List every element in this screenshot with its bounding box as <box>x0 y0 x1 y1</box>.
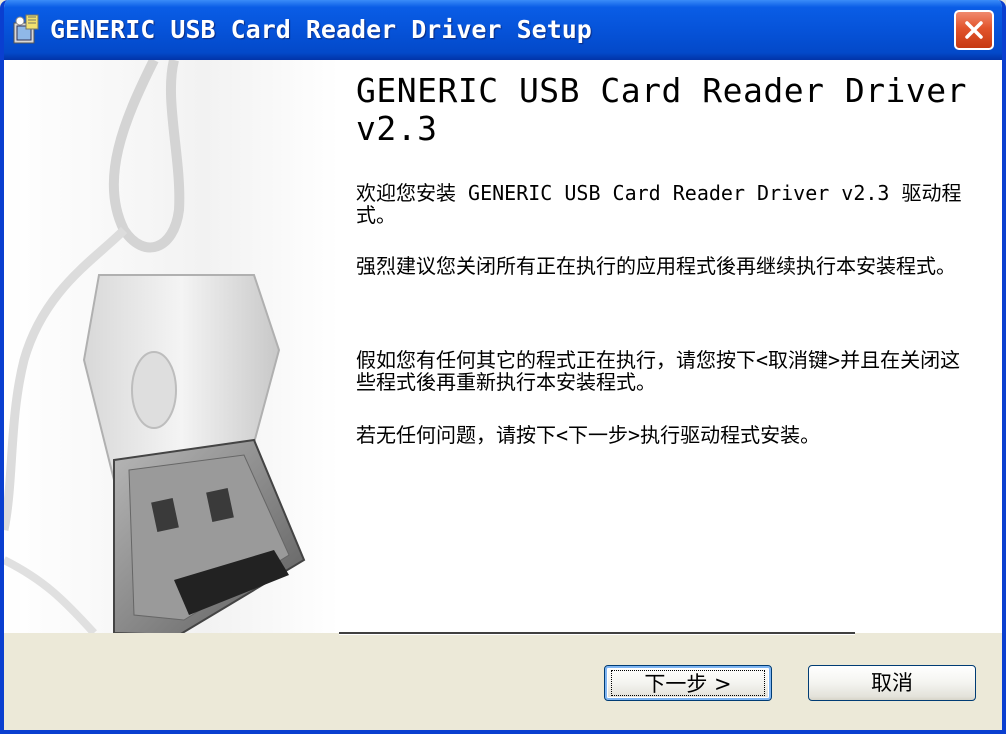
setup-window: GENERIC USB Card Reader Driver Setup GEN… <box>0 0 1006 734</box>
close-button[interactable] <box>954 10 994 50</box>
next-button[interactable]: 下一步 > <box>604 665 772 701</box>
setup-app-icon <box>12 13 42 45</box>
welcome-paragraph-1: 欢迎您安装 GENERIC USB Card Reader Driver v2.… <box>356 181 962 227</box>
welcome-heading: GENERIC USB Card Reader Driver v2.3 <box>356 71 968 148</box>
welcome-paragraph-4: 若无任何问题，请按下<下一步>执行驱动程式安装。 <box>356 423 821 447</box>
cancel-button[interactable]: 取消 <box>808 665 976 701</box>
dialog-content: GENERIC USB Card Reader Driver v2.3 欢迎您安… <box>4 60 1002 633</box>
usb-banner-image <box>4 60 339 633</box>
button-area-divider <box>339 632 855 635</box>
window-title: GENERIC USB Card Reader Driver Setup <box>50 15 592 44</box>
title-bar[interactable]: GENERIC USB Card Reader Driver Setup <box>4 0 1002 60</box>
welcome-paragraph-3: 假如您有任何其它的程式正在执行，请您按下<取消键>并且在关闭这些程式後再重新执行… <box>356 348 961 394</box>
welcome-paragraph-2: 强烈建议您关闭所有正在执行的应用程式後再继续执行本安装程式。 <box>356 254 956 278</box>
close-icon <box>965 21 983 39</box>
next-button-label: 下一步 > <box>611 670 765 696</box>
